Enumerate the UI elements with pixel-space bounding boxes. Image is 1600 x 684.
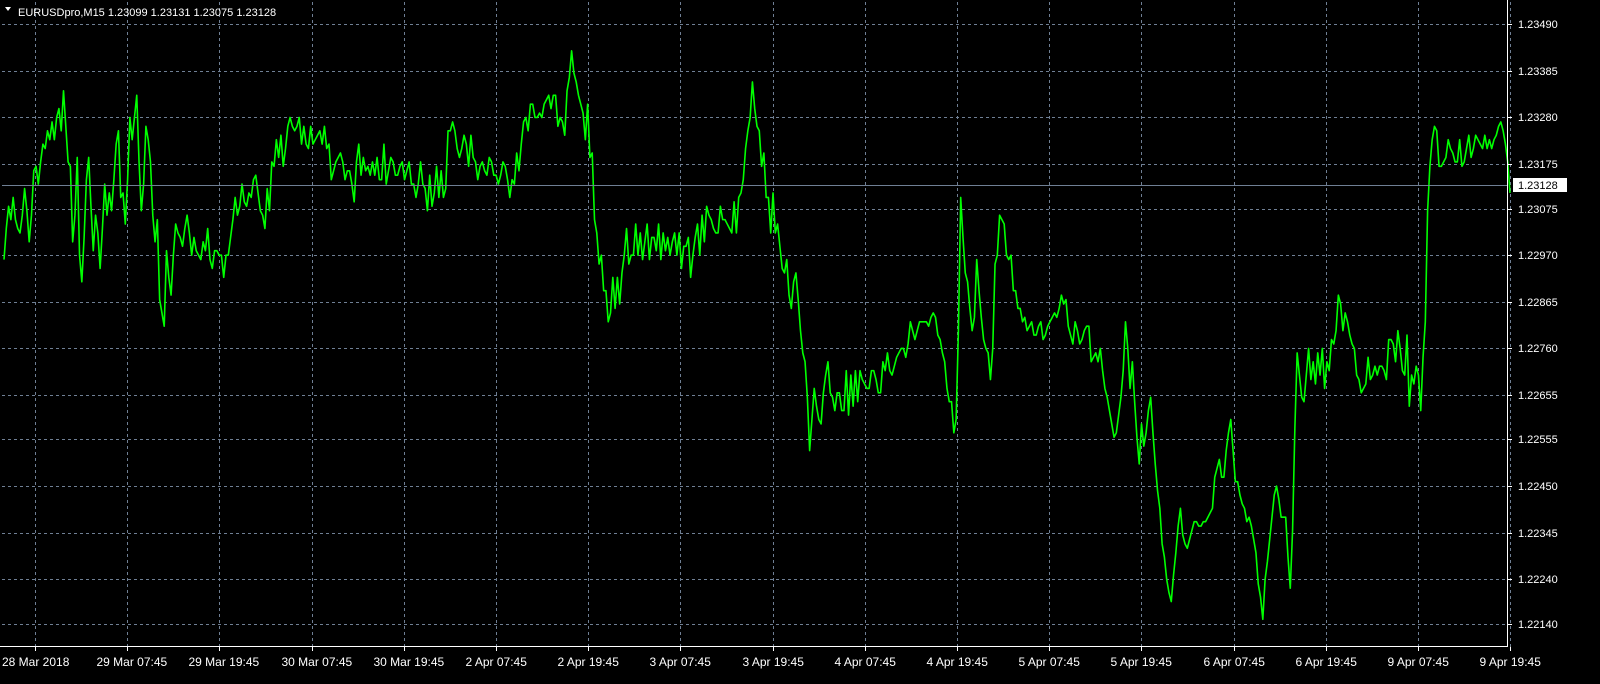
price-tick-label: 1.22970 xyxy=(1518,250,1558,262)
time-tick-label: 30 Mar 19:45 xyxy=(374,655,445,669)
time-tick-label: 9 Apr 07:45 xyxy=(1388,655,1450,669)
price-chart: 1.23490 1.23385 1.23280 1.23175 1.23075 1.229… xyxy=(0,0,1567,684)
time-tick-label: 3 Apr 07:45 xyxy=(650,655,712,669)
time-tick-label: 5 Apr 07:45 xyxy=(1019,655,1081,669)
price-tick-label: 1.23280 xyxy=(1518,112,1558,124)
price-tick-label: 1.22865 xyxy=(1518,297,1558,309)
time-tick-label: 5 Apr 19:45 xyxy=(1111,655,1173,669)
price-tick-label: 1.23175 xyxy=(1518,159,1558,171)
time-tick-label: 3 Apr 19:45 xyxy=(743,655,805,669)
time-tick-label: 29 Mar 19:45 xyxy=(189,655,260,669)
time-tick-label: 4 Apr 19:45 xyxy=(927,655,989,669)
price-tick-label: 1.23490 xyxy=(1518,19,1558,31)
time-tick-label: 2 Apr 19:45 xyxy=(558,655,620,669)
price-tick-label: 1.22555 xyxy=(1518,434,1558,446)
time-tick-label: 9 Apr 19:45 xyxy=(1480,655,1542,669)
price-tick-label: 1.22345 xyxy=(1518,528,1558,540)
chart-title: EURUSDpro,M15 1.23099 1.23131 1.23075 1.… xyxy=(18,7,276,19)
time-tick-label: 30 Mar 07:45 xyxy=(282,655,353,669)
time-tick-label: 29 Mar 07:45 xyxy=(97,655,168,669)
time-tick-label: 6 Apr 07:45 xyxy=(1204,655,1266,669)
chart-header[interactable]: EURUSDpro,M15 1.23099 1.23131 1.23075 1.… xyxy=(5,7,276,19)
price-tick-label: 1.22240 xyxy=(1518,574,1558,586)
chart-window: 1.23490 1.23385 1.23280 1.23175 1.23075 1.229… xyxy=(0,0,1600,684)
price-tick-label: 1.22140 xyxy=(1518,619,1558,631)
time-tick-label: 6 Apr 19:45 xyxy=(1296,655,1358,669)
price-tick-label: 1.22450 xyxy=(1518,481,1558,493)
price-tick-label: 1.22760 xyxy=(1518,343,1558,355)
time-tick-label: 4 Apr 07:45 xyxy=(835,655,897,669)
price-tick-label: 1.23075 xyxy=(1518,204,1558,216)
plot-area xyxy=(0,0,1513,684)
time-tick-label: 2 Apr 07:45 xyxy=(466,655,528,669)
current-price-label: 1.23128 xyxy=(1518,180,1558,192)
time-tick-label: 28 Mar 2018 xyxy=(2,655,70,669)
price-tick-label: 1.22655 xyxy=(1518,390,1558,402)
price-tick-label: 1.23385 xyxy=(1518,66,1558,78)
